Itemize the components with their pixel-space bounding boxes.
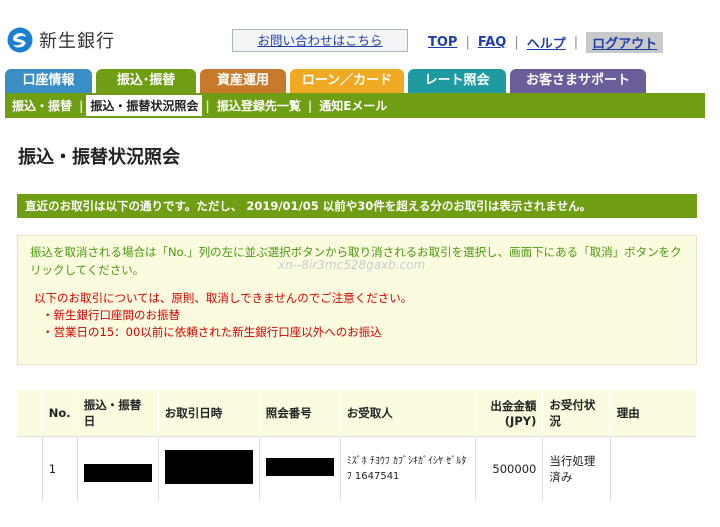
column-header: 理由 [610, 390, 698, 437]
bank-logo[interactable]: 新生銀行 [7, 27, 115, 53]
tab-rate[interactable]: レート照会 [408, 69, 506, 93]
divider: | [465, 35, 470, 50]
table-header-row: No. 振込・振替日 お取引日時 照会番号 お受取人 出金金額(JPY) お受付… [17, 390, 698, 437]
transaction-datetime-redacted [158, 436, 260, 500]
payee-name: ﾐｽﾞﾎ ﾁﾖｳﾌ ｶﾌﾞｼｷｶﾞｲｼﾔ ｾﾞﾙﾀ ﾌ 1647541 [340, 436, 476, 500]
watermark: xn--8ir3mc528gaxb.com [278, 258, 426, 272]
tab-support[interactable]: お客さまサポート [510, 69, 646, 93]
top-links: TOP | FAQ | ヘルプ | ログアウト [428, 32, 664, 53]
redaction [265, 458, 334, 476]
page-title: 振込・振替状況照会 [18, 147, 180, 168]
transfer-date-redacted [77, 436, 159, 500]
column-header: お取引日時 [158, 390, 260, 437]
faq-link[interactable]: FAQ [478, 35, 507, 50]
sub-navigation: 振込・振替 | 振込・振替状況照会 | 振込登録先一覧 | 通知Eメール [5, 93, 705, 118]
shinsei-logo-icon [7, 27, 33, 53]
info-box: 振込を取消される場合は「No.」列の左に並ぶ選択ボタンから取り消されるお取引を選… [17, 235, 697, 365]
redaction [164, 450, 253, 484]
select-column-header [17, 390, 43, 437]
warning-item: 新生銀行口座間のお振替 [42, 307, 412, 324]
warning-heading: 以下のお取引については、原則、取消しできませんのでご注意ください。 [34, 291, 413, 305]
warning-item: 営業日の15：00以前に依頼された新生銀行口座以外へのお振込 [42, 324, 412, 341]
column-header: お受取人 [340, 390, 476, 437]
select-cell [17, 436, 43, 500]
subnav-payee-list[interactable]: 振込登録先一覧 [210, 97, 308, 114]
subnav-transfer-status[interactable]: 振込・振替状況照会 [86, 95, 203, 116]
column-header: 照会番号 [259, 390, 341, 437]
reason [610, 436, 697, 500]
divider: | [307, 98, 313, 113]
column-header: No. [42, 390, 78, 437]
tab-loan-card[interactable]: ローン／カード [290, 69, 404, 93]
top-link[interactable]: TOP [428, 35, 457, 50]
table-row: 1 ﾐｽﾞﾎ ﾁﾖｳﾌ ｶﾌﾞｼｷｶﾞｲｼﾔ ｾﾞﾙﾀ ﾌ 1647541 50… [17, 436, 697, 500]
warning-block: 以下のお取引については、原則、取消しできませんのでご注意ください。 新生銀行口座… [34, 290, 412, 341]
column-header: 出金金額(JPY) [475, 390, 544, 437]
redaction [83, 464, 152, 482]
column-header: 振込・振替日 [77, 390, 159, 437]
contact-button[interactable]: お問い合わせはこちら [232, 29, 408, 52]
logout-link[interactable]: ログアウト [586, 32, 664, 53]
divider: | [573, 35, 579, 50]
status: 当行処理済み [542, 436, 611, 500]
tab-transfer[interactable]: 振込･振替 [96, 69, 196, 93]
row-number: 1 [42, 436, 78, 500]
reference-number-redacted [259, 436, 341, 500]
transfer-table: No. 振込・振替日 お取引日時 照会番号 お受取人 出金金額(JPY) お受付… [17, 390, 698, 500]
divider: | [514, 35, 519, 50]
main-tabs: 口座情報 振込･振替 資産運用 ローン／カード レート照会 お客さまサポート [5, 69, 646, 93]
column-header: お受付状況 [542, 390, 611, 437]
subnav-email-notify[interactable]: 通知Eメール [312, 97, 394, 114]
help-link[interactable]: ヘルプ [527, 33, 566, 52]
subnav-transfer[interactable]: 振込・振替 [5, 97, 79, 114]
bank-name: 新生銀行 [39, 31, 115, 52]
notice-bar: 直近のお取引は以下の通りです。ただし、 2019/01/05 以前や30件を超え… [17, 194, 697, 218]
tab-investment[interactable]: 資産運用 [200, 69, 286, 93]
divider: | [79, 98, 84, 113]
divider: | [205, 98, 210, 113]
tab-account-info[interactable]: 口座情報 [5, 69, 92, 93]
amount: 500000 [475, 436, 544, 500]
